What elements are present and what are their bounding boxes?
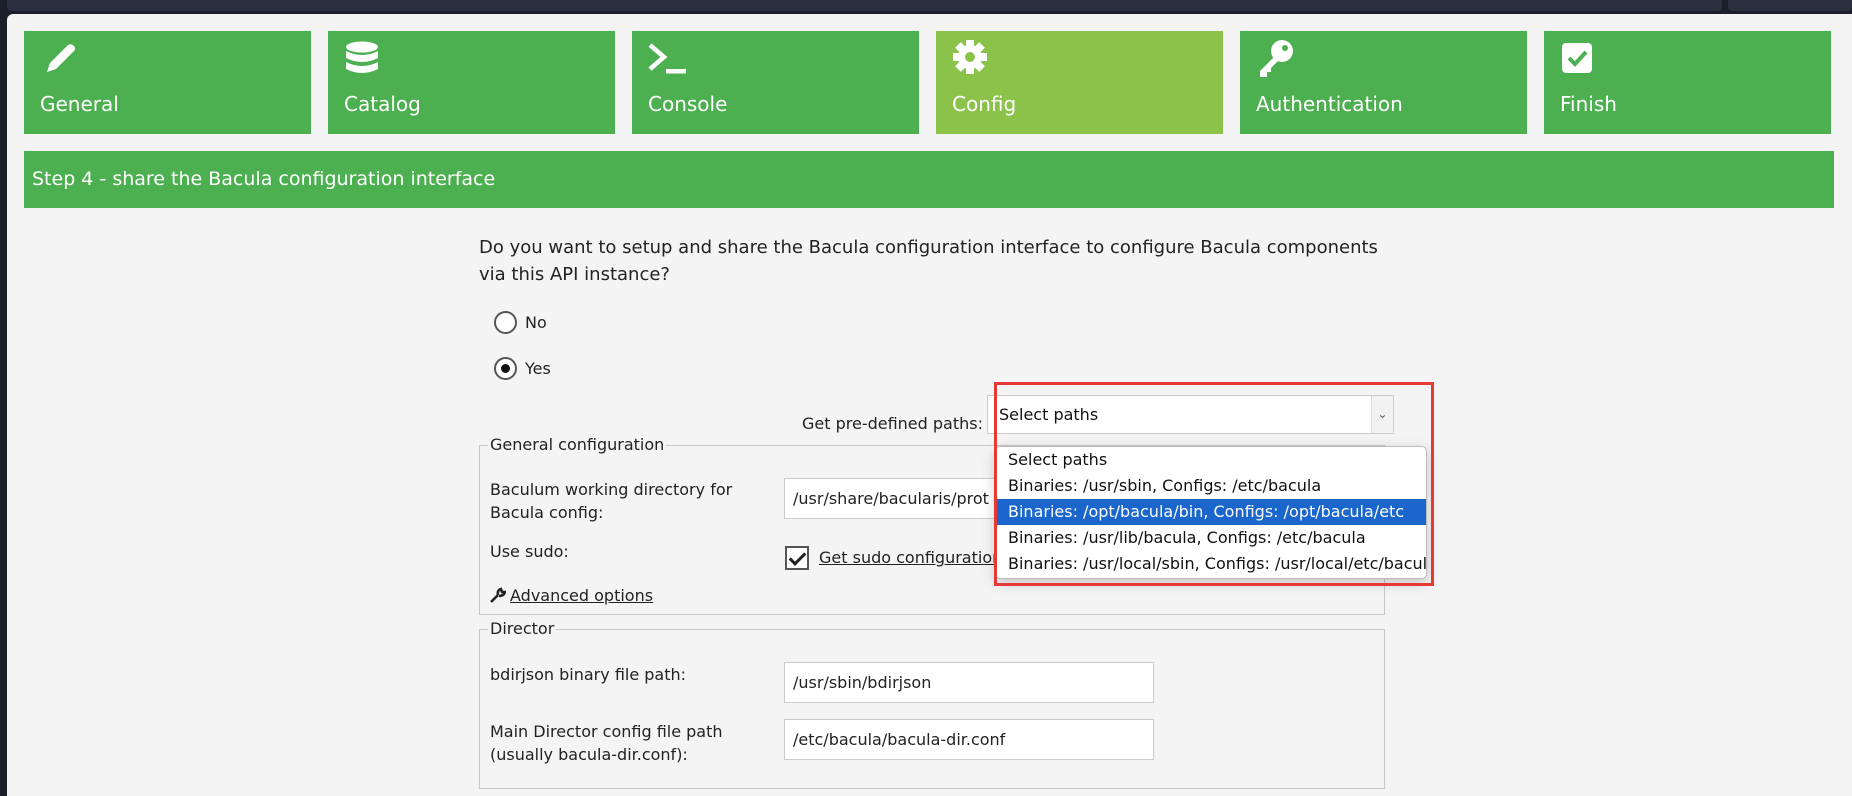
step-general[interactable]: General [24, 31, 311, 134]
path-option[interactable]: Binaries: /usr/local/sbin, Configs: /usr… [996, 551, 1426, 577]
bdirjson-label: bdirjson binary file path: [490, 665, 687, 684]
sudo-checkbox[interactable] [785, 546, 809, 570]
director-config-input[interactable]: /etc/bacula/bacula-dir.conf [784, 719, 1154, 760]
wizard-steps: General Catalog Console Config Authentic… [24, 31, 1834, 134]
workdir-label: Baculum working directory for Bacula con… [490, 480, 733, 522]
radio-no[interactable] [494, 311, 517, 334]
path-option[interactable]: Select paths [996, 447, 1426, 473]
step-label: General [40, 92, 119, 116]
gear-icon [953, 40, 987, 74]
step-catalog[interactable]: Catalog [328, 31, 615, 134]
title-bar-segment [7, 0, 1722, 11]
director-legend: Director [488, 619, 557, 638]
key-icon [1260, 40, 1293, 77]
general-configuration-legend: General configuration [488, 435, 667, 454]
step-finish[interactable]: Finish [1544, 31, 1831, 134]
title-bar-segment-right [1728, 0, 1852, 11]
radio-yes[interactable] [494, 357, 517, 380]
step-label: Config [952, 92, 1017, 116]
bdirjson-input[interactable]: /usr/sbin/bdirjson [784, 662, 1154, 703]
option-no-label: No [525, 313, 547, 332]
step-title: Step 4 - share the Bacula configuration … [24, 151, 1834, 208]
select-value: Select paths [999, 405, 1099, 424]
pencil-icon [47, 44, 75, 72]
path-option[interactable]: Binaries: /usr/lib/bacula, Configs: /etc… [996, 525, 1426, 551]
question-text: Do you want to setup and share the Bacul… [479, 237, 1378, 285]
step-label: Finish [1560, 92, 1617, 116]
option-yes[interactable]: Yes [494, 357, 551, 380]
path-option[interactable]: Binaries: /usr/sbin, Configs: /etc/bacul… [996, 473, 1426, 499]
wrench-icon [490, 587, 506, 603]
director-config-label: Main Director config file path (usually … [490, 722, 723, 764]
step-label: Console [648, 92, 728, 116]
app-frame: General Catalog Console Config Authentic… [7, 14, 1852, 796]
path-option-highlighted[interactable]: Binaries: /opt/bacula/bin, Configs: /opt… [996, 499, 1426, 525]
database-icon [346, 41, 378, 73]
option-yes-label: Yes [525, 359, 551, 378]
chevron-down-icon: ⌄ [1371, 396, 1393, 433]
step-label: Authentication [1256, 92, 1403, 116]
advanced-options-link[interactable]: Advanced options [510, 586, 653, 605]
step-config[interactable]: Config [936, 31, 1223, 134]
director-fieldset: Director bdirjson binary file path: /usr… [479, 619, 1385, 789]
window-top-bar [0, 0, 1852, 14]
step-authentication[interactable]: Authentication [1240, 31, 1527, 134]
step-console[interactable]: Console [632, 31, 919, 134]
sudo-config-link[interactable]: Get sudo configuration [819, 548, 1002, 567]
option-no[interactable]: No [494, 311, 547, 334]
check-square-icon [1562, 43, 1592, 73]
predefined-paths-label: Get pre-defined paths: [801, 414, 983, 433]
terminal-icon [648, 43, 686, 74]
step-label: Catalog [344, 92, 421, 116]
paths-dropdown-list: Select paths Binaries: /usr/sbin, Config… [995, 446, 1427, 579]
predefined-paths-select[interactable]: Select paths ⌄ [987, 395, 1394, 434]
sudo-label: Use sudo: [490, 542, 569, 561]
